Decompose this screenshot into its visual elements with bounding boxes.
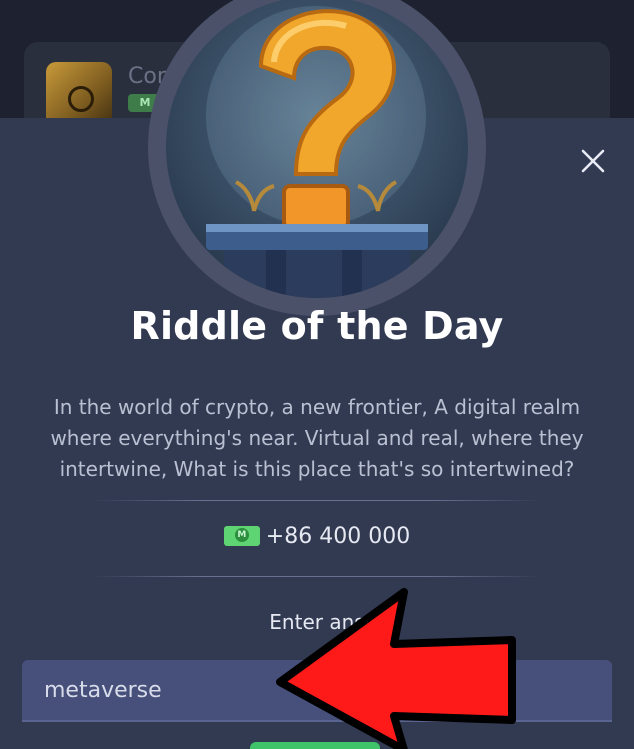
enter-answer-label: Enter ans — [269, 610, 365, 634]
close-icon — [581, 149, 605, 173]
app-screen: Com M Riddle of the Day In the world of … — [0, 0, 634, 749]
riddle-text: In the world of crypto, a new frontier, … — [50, 395, 584, 481]
question-mark-illustration — [166, 0, 468, 298]
divider-top — [92, 500, 542, 501]
divider-bottom — [92, 576, 542, 577]
answer-input[interactable] — [22, 660, 612, 722]
question-mark-icon — [206, 6, 428, 298]
reward-row: +86 400 000 — [0, 524, 634, 549]
reward-amount: +86 400 000 — [265, 524, 411, 549]
submit-button[interactable] — [250, 742, 380, 749]
money-icon — [223, 526, 260, 546]
modal-title: Riddle of the Day — [130, 304, 504, 348]
close-button[interactable] — [578, 146, 608, 176]
